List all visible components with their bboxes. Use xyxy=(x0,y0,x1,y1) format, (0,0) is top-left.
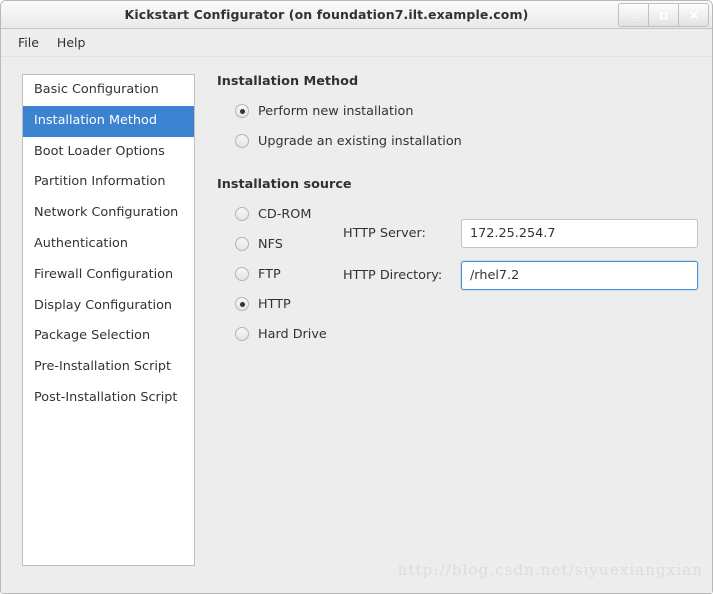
radio-button-icon[interactable] xyxy=(235,297,249,311)
radio-label: Hard Drive xyxy=(258,326,327,342)
installation-source-heading: Installation source xyxy=(217,177,352,192)
radio-http[interactable]: HTTP xyxy=(235,292,337,316)
close-button[interactable] xyxy=(679,3,709,27)
maximize-button[interactable] xyxy=(649,3,679,27)
sidebar-item-authentication[interactable]: Authentication xyxy=(23,229,194,260)
title-bar: Kickstart Configurator (on foundation7.i… xyxy=(1,1,712,29)
window-controls xyxy=(618,3,709,27)
sidebar-item-boot-loader-options[interactable]: Boot Loader Options xyxy=(23,137,194,168)
radio-label: Upgrade an existing installation xyxy=(258,133,462,149)
sidebar-item-display-configuration[interactable]: Display Configuration xyxy=(23,291,194,322)
radio-label: FTP xyxy=(258,266,281,282)
menu-bar: File Help xyxy=(1,29,712,57)
sidebar-item-network-configuration[interactable]: Network Configuration xyxy=(23,198,194,229)
radio-button-icon[interactable] xyxy=(235,207,249,221)
radio-label: Perform new installation xyxy=(258,103,414,119)
http-directory-row: HTTP Directory: xyxy=(343,261,698,290)
section-list[interactable]: Basic Configuration Installation Method … xyxy=(22,74,195,566)
radio-cdrom[interactable]: CD-ROM xyxy=(235,202,337,226)
sidebar-item-firewall-configuration[interactable]: Firewall Configuration xyxy=(23,260,194,291)
radio-button-icon[interactable] xyxy=(235,237,249,251)
window-content: Basic Configuration Installation Method … xyxy=(1,57,712,593)
source-fields: HTTP Server: HTTP Directory: xyxy=(343,219,698,303)
http-server-input[interactable] xyxy=(461,219,698,248)
sidebar-item-post-installation-script[interactable]: Post-Installation Script xyxy=(23,383,194,414)
radio-perform-new-installation[interactable]: Perform new installation xyxy=(235,99,698,123)
installation-source-area: CD-ROM NFS FTP HTTP Hard Drive HTTP Serv… xyxy=(217,202,698,346)
main-pane: Installation Method Perform new installa… xyxy=(217,74,698,352)
minimize-icon xyxy=(629,16,638,19)
sidebar-item-package-selection[interactable]: Package Selection xyxy=(23,321,194,352)
application-window: Kickstart Configurator (on foundation7.i… xyxy=(0,0,713,594)
sidebar-item-basic-configuration[interactable]: Basic Configuration xyxy=(23,75,194,106)
source-radio-group: CD-ROM NFS FTP HTTP Hard Drive xyxy=(217,202,337,346)
sidebar-item-partition-information[interactable]: Partition Information xyxy=(23,167,194,198)
http-directory-label: HTTP Directory: xyxy=(343,268,443,283)
http-server-label: HTTP Server: xyxy=(343,226,426,241)
radio-hard-drive[interactable]: Hard Drive xyxy=(235,322,337,346)
radio-button-icon[interactable] xyxy=(235,134,249,148)
minimize-button[interactable] xyxy=(618,3,649,27)
radio-upgrade-existing-installation[interactable]: Upgrade an existing installation xyxy=(235,129,698,153)
radio-ftp[interactable]: FTP xyxy=(235,262,337,286)
installation-method-heading: Installation Method xyxy=(217,74,359,89)
sidebar-item-installation-method[interactable]: Installation Method xyxy=(23,105,194,137)
radio-label: HTTP xyxy=(258,296,291,312)
watermark-text: http://blog.csdn.net/siyuexiangxian xyxy=(397,561,703,579)
http-server-row: HTTP Server: xyxy=(343,219,698,248)
sidebar-item-pre-installation-script[interactable]: Pre-Installation Script xyxy=(23,352,194,383)
window-title: Kickstart Configurator (on foundation7.i… xyxy=(124,7,529,22)
menu-help[interactable]: Help xyxy=(48,32,95,53)
radio-button-icon[interactable] xyxy=(235,267,249,281)
radio-button-icon[interactable] xyxy=(235,104,249,118)
close-icon xyxy=(689,11,698,19)
menu-file[interactable]: File xyxy=(9,32,48,53)
radio-button-icon[interactable] xyxy=(235,327,249,341)
http-directory-input[interactable] xyxy=(461,261,698,290)
radio-label: NFS xyxy=(258,236,283,252)
maximize-icon xyxy=(660,11,668,19)
radio-label: CD-ROM xyxy=(258,206,312,222)
radio-nfs[interactable]: NFS xyxy=(235,232,337,256)
